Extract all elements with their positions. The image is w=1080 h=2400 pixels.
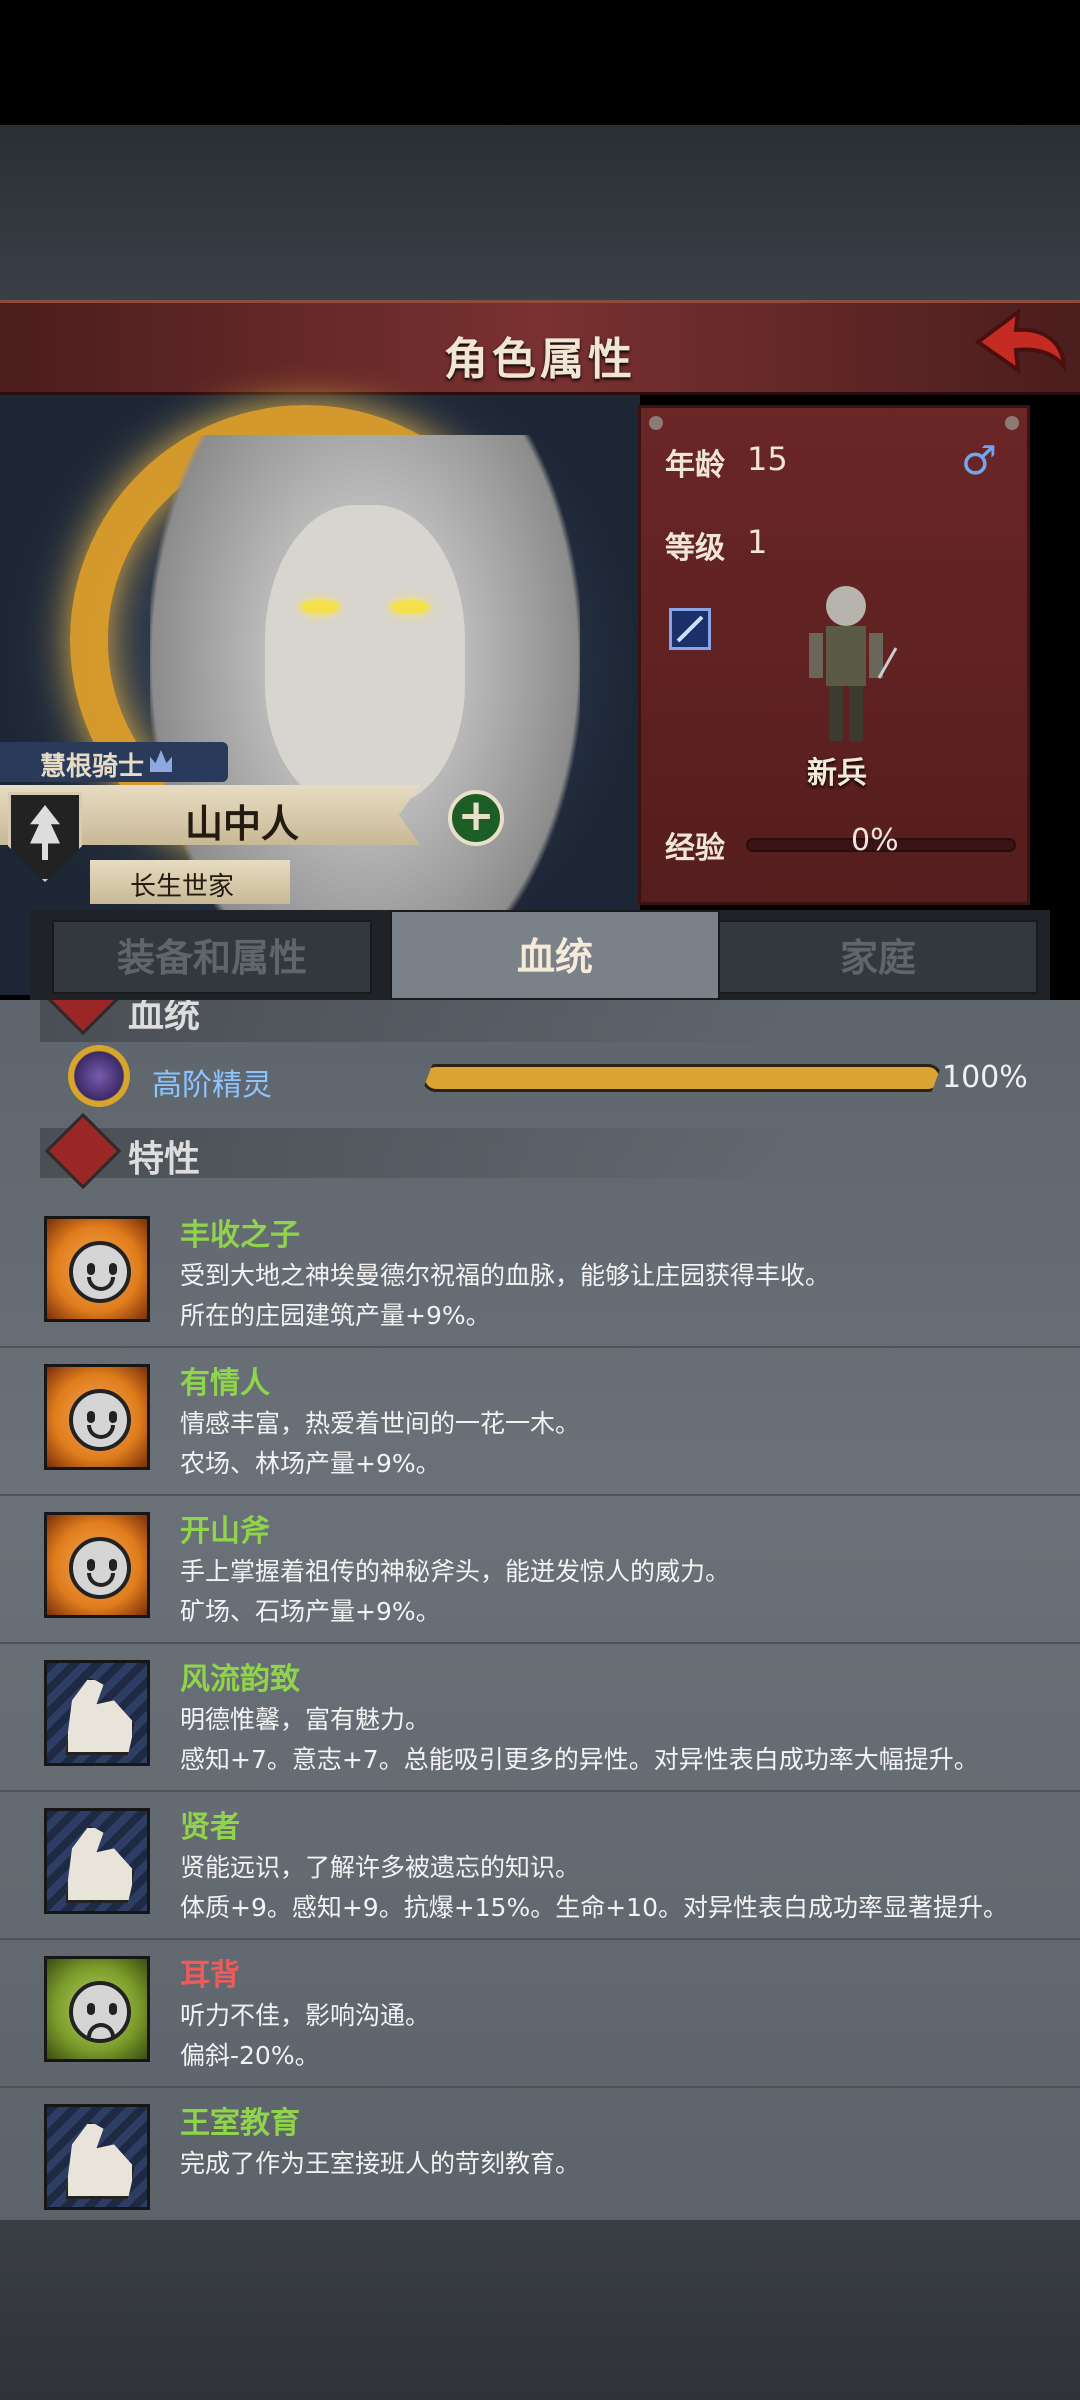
- trait-description: 情感丰富，热爱着世间的一花一木。 农场、林场产量+9%。: [180, 1404, 1060, 1484]
- trait-name: 贤者: [180, 1810, 240, 1845]
- exp-value: 0%: [851, 823, 899, 858]
- status-bar-area: [0, 0, 1080, 125]
- trait-desc-line: 听力不佳，影响沟通。: [180, 2001, 431, 2030]
- bloodline-bar: [422, 1064, 942, 1092]
- background-top: [0, 125, 1080, 305]
- trait-description: 贤能远识，了解许多被遗忘的知识。体质+9。感知+9。抗爆+15%。生命+10。对…: [180, 1848, 1060, 1928]
- rank-label: 新兵: [807, 756, 867, 791]
- trait-row[interactable]: 贤者贤能远识，了解许多被遗忘的知识。体质+9。感知+9。抗爆+15%。生命+10…: [0, 1792, 1080, 1940]
- face-shape: [69, 1537, 131, 1599]
- arm-shape: [65, 2121, 135, 2199]
- muscle-icon: [44, 1808, 150, 1914]
- muscle-icon: [44, 1660, 150, 1766]
- tab-family[interactable]: 家庭: [718, 920, 1038, 994]
- trait-row[interactable]: 有情人 情感丰富，热爱着世间的一花一木。 农场、林场产量+9%。: [0, 1348, 1080, 1496]
- exp-label: 经验: [665, 831, 725, 866]
- family-plate: 长生世家: [90, 860, 290, 904]
- title-bar: 角色属性: [0, 300, 1080, 395]
- trait-row[interactable]: 王室教育完成了作为王室接班人的苛刻教育。: [0, 2088, 1080, 2220]
- age-value: 15: [747, 440, 788, 478]
- trait-desc-line: 明德惟馨，富有魅力。: [180, 1705, 431, 1734]
- face-shape: [69, 1981, 131, 2043]
- trait-desc-line: 情感丰富，热爱着世间的一花一木。: [180, 1409, 581, 1438]
- back-arrow-icon[interactable]: [972, 306, 1068, 382]
- trait-description: 手上掌握着祖传的神秘斧头，能迸发惊人的威力。 矿场、石场产量+9%。: [180, 1552, 1060, 1632]
- tab-bar: 装备和属性 血统 家庭: [30, 910, 1050, 1000]
- family-name: 长生世家: [130, 872, 235, 902]
- frown-icon: [44, 1956, 150, 2062]
- tab-equipment[interactable]: 装备和属性: [52, 920, 372, 994]
- face-shape: [69, 1389, 131, 1451]
- character-name: 山中人: [185, 802, 300, 846]
- eye-right: [390, 600, 430, 614]
- bloodline-panel[interactable]: 血统 特性 丰收之子 受到大地之神埃曼德尔祝福的血脉，能够让庄园获得丰收。 所在的庄…: [0, 1000, 1080, 2220]
- face-shape: [69, 1241, 131, 1303]
- age-label: 年龄: [665, 448, 725, 483]
- trait-row[interactable]: 丰收之子 受到大地之神埃曼德尔祝福的血脉，能够让庄园获得丰收。 所在的庄园建筑产量+…: [0, 1200, 1080, 1348]
- soldier-figure: [809, 586, 898, 741]
- add-title-button[interactable]: +: [448, 790, 504, 846]
- bloodline-name: 高阶精灵: [152, 1068, 272, 1103]
- trait-effect-line: 矿场、石场产量+9%。: [180, 1597, 441, 1626]
- trait-desc-line: 手上掌握着祖传的神秘斧头，能迸发惊人的威力。: [180, 1557, 731, 1586]
- level-label: 等级: [665, 531, 725, 566]
- trait-effect-line: 体质+9。感知+9。抗爆+15%。生命+10。对异性表白成功率显著提升。: [180, 1893, 1008, 1922]
- bolt-decoration: [649, 416, 663, 430]
- tab-bloodline[interactable]: 血统: [390, 910, 720, 1000]
- trait-name: 风流韵致: [180, 1662, 300, 1697]
- bloodline-percent: 100%: [942, 1060, 1028, 1095]
- screen: 角色属性 年龄 15 ♂ 等级 1 新兵 经验 0% 慧根骑士 山中人 长生世家…: [0, 0, 1080, 2400]
- trait-row[interactable]: 耳背 听力不佳，影响沟通。 偏斜-20%。: [0, 1940, 1080, 2088]
- trait-effect-line: 农场、林场产量+9%。: [180, 1449, 441, 1478]
- smiley-icon: [44, 1364, 150, 1470]
- title-tag-text: 慧根骑士: [40, 752, 145, 782]
- level-value: 1: [747, 523, 768, 561]
- trait-name: 开山斧: [180, 1514, 270, 1549]
- trait-row[interactable]: 开山斧 手上掌握着祖传的神秘斧头，能迸发惊人的威力。 矿场、石场产量+9%。: [0, 1496, 1080, 1644]
- stats-panel: 年龄 15 ♂ 等级 1 新兵 经验 0%: [638, 405, 1030, 905]
- trait-description: 完成了作为王室接班人的苛刻教育。: [180, 2144, 1060, 2184]
- trait-name: 耳背: [180, 1958, 240, 1993]
- smiley-icon: [44, 1216, 150, 1322]
- arm-shape: [65, 1825, 135, 1903]
- arm-shape: [65, 1677, 135, 1755]
- crown-icon: [150, 750, 172, 772]
- face: [265, 505, 465, 805]
- sword-icon[interactable]: [669, 608, 711, 650]
- trait-effect-line: 所在的庄园建筑产量+9%。: [180, 1301, 491, 1330]
- trait-row[interactable]: 风流韵致明德惟馨，富有魅力。感知+7。意志+7。总能吸引更多的异性。对异性表白成…: [0, 1644, 1080, 1792]
- bottom-area: [0, 2220, 1080, 2400]
- male-icon: ♂: [961, 438, 997, 484]
- bolt-decoration: [1005, 416, 1019, 430]
- character-portrait: [0, 395, 640, 995]
- trait-desc-line: 贤能远识，了解许多被遗忘的知识。: [180, 1853, 581, 1882]
- elf-bloodline-icon[interactable]: [68, 1045, 130, 1107]
- trait-name: 有情人: [180, 1366, 270, 1401]
- trait-desc-line: 受到大地之神埃曼德尔祝福的血脉，能够让庄园获得丰收。: [180, 1261, 831, 1290]
- page-title: 角色属性: [444, 334, 636, 385]
- bloodline-section-title: 血统: [128, 1000, 201, 1036]
- trait-effect-line: 感知+7。意志+7。总能吸引更多的异性。对异性表白成功率大幅提升。: [180, 1745, 979, 1774]
- title-tag: 慧根骑士: [0, 742, 228, 782]
- trait-effect-line: 偏斜-20%。: [180, 2041, 320, 2070]
- smiley-icon: [44, 1512, 150, 1618]
- trait-name: 丰收之子: [180, 1218, 300, 1253]
- traits-section-title: 特性: [128, 1139, 201, 1180]
- trait-description: 明德惟馨，富有魅力。感知+7。意志+7。总能吸引更多的异性。对异性表白成功率大幅…: [180, 1700, 1060, 1780]
- trait-description: 受到大地之神埃曼德尔祝福的血脉，能够让庄园获得丰收。 所在的庄园建筑产量+9%。: [180, 1256, 1060, 1336]
- trait-name: 王室教育: [180, 2106, 300, 2141]
- trait-desc-line: 完成了作为王室接班人的苛刻教育。: [180, 2149, 581, 2178]
- eye-left: [300, 600, 340, 614]
- trait-description: 听力不佳，影响沟通。 偏斜-20%。: [180, 1996, 1060, 2076]
- muscle-icon: [44, 2104, 150, 2210]
